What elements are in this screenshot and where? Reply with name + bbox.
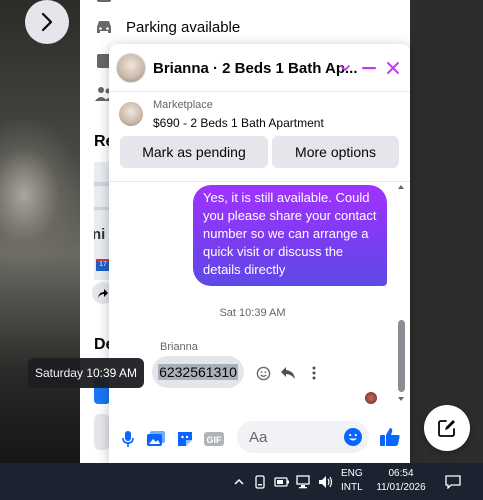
- next-button[interactable]: [25, 0, 69, 44]
- more-options-button[interactable]: More options: [272, 136, 399, 168]
- clock-time: 06:54: [388, 468, 414, 479]
- svg-text:GIF: GIF: [207, 435, 223, 445]
- compose-icon: [438, 420, 455, 437]
- chair-icon: [97, 0, 111, 2]
- minimize-icon[interactable]: [359, 58, 379, 78]
- scrollbar-thumb[interactable]: [398, 320, 405, 392]
- incoming-message[interactable]: 6232561310: [152, 356, 244, 388]
- device-icon[interactable]: [251, 473, 269, 491]
- sender-name: Brianna: [160, 341, 198, 353]
- close-icon[interactable]: [383, 58, 403, 78]
- network-icon[interactable]: [295, 473, 313, 491]
- language-code: ENG: [341, 468, 363, 479]
- message-timestamp: Sat 10:39 AM: [219, 307, 286, 319]
- desktop-background: [0, 0, 80, 463]
- react-icon[interactable]: [254, 364, 272, 382]
- listing-thumbnail[interactable]: [119, 102, 143, 126]
- battery-icon[interactable]: [273, 473, 291, 491]
- volume-icon[interactable]: [317, 473, 335, 491]
- background-blur: [0, 120, 80, 270]
- chat-window: Brianna · 2 Beds 1 Bath Ap... Marketplac…: [109, 44, 410, 463]
- clock-date: 11/01/2026: [376, 482, 426, 493]
- mark-as-pending-button[interactable]: Mark as pending: [120, 136, 268, 168]
- microphone-icon[interactable]: [117, 428, 139, 450]
- chat-title[interactable]: Brianna · 2 Beds 1 Bath Ap...: [153, 60, 358, 77]
- desktop-background-right: [410, 0, 483, 463]
- notification-icon[interactable]: [444, 473, 462, 491]
- map-text: ni: [94, 226, 106, 243]
- secondary-action-button[interactable]: [94, 414, 110, 450]
- composer: GIF: [109, 417, 410, 463]
- outgoing-message[interactable]: Yes, it is still available. Could you pl…: [193, 185, 387, 286]
- gif-icon[interactable]: GIF: [203, 428, 225, 450]
- keyboard-layout: INTL: [341, 482, 363, 493]
- car-icon: [97, 21, 111, 33]
- map-thumbnail[interactable]: ni 17: [94, 162, 110, 280]
- parking-text: Parking available: [126, 18, 241, 36]
- avatar[interactable]: [116, 53, 146, 83]
- share-icon: [98, 289, 108, 298]
- marketplace-bar: Marketplace $690 - 2 Beds 1 Bath Apartme…: [109, 92, 410, 182]
- scroll-up-icon[interactable]: [397, 184, 405, 190]
- listing-row-parking: Parking available: [94, 18, 240, 36]
- new-message-button[interactable]: [424, 405, 470, 451]
- taskbar: ENG INTL 06:54 11/01/2026: [0, 463, 483, 500]
- clock[interactable]: 06:54 11/01/2026: [375, 467, 427, 495]
- chat-header[interactable]: Brianna · 2 Beds 1 Bath Ap...: [109, 44, 410, 92]
- chevron-down-icon[interactable]: [335, 58, 355, 78]
- scroll-down-icon[interactable]: [397, 396, 405, 402]
- highway-badge: 17: [96, 259, 110, 271]
- emoji-icon[interactable]: [344, 428, 362, 446]
- input-language[interactable]: ENG INTL: [341, 467, 363, 495]
- sticker-icon[interactable]: [174, 428, 196, 450]
- listing-summary[interactable]: $690 - 2 Beds 1 Bath Apartment: [153, 116, 324, 130]
- phone-number[interactable]: 6232561310: [158, 364, 238, 380]
- like-icon[interactable]: [379, 426, 401, 448]
- photo-icon[interactable]: [145, 428, 167, 450]
- reply-icon[interactable]: [279, 364, 297, 382]
- listing-row-top: [94, 0, 114, 8]
- marketplace-label: Marketplace: [153, 99, 213, 111]
- timestamp-tooltip: Saturday 10:39 AM: [28, 358, 144, 388]
- chevron-up-icon[interactable]: [230, 473, 248, 491]
- seen-avatar: [365, 392, 377, 404]
- chevron-right-icon: [41, 12, 53, 32]
- more-icon[interactable]: [305, 364, 323, 382]
